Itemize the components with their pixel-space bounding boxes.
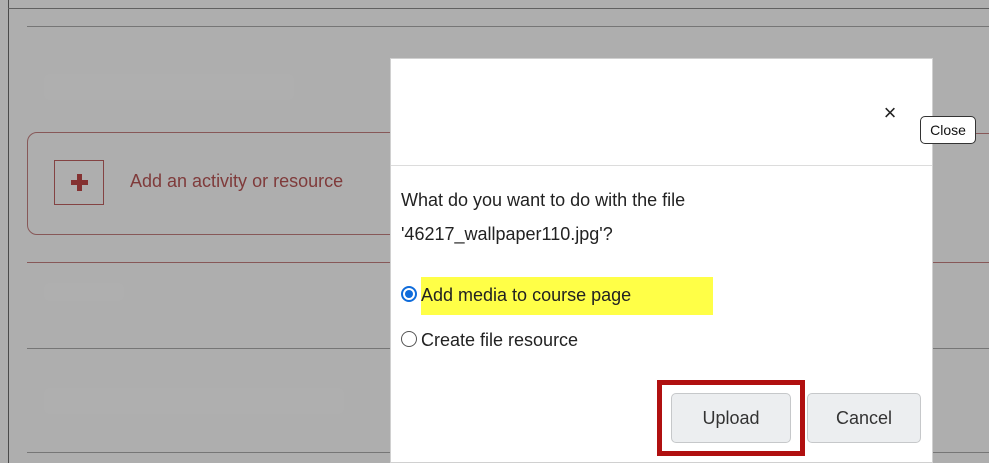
dialog-question: What do you want to do with the file '46… — [401, 190, 686, 244]
close-icon[interactable]: × — [879, 101, 901, 125]
radio-button-selected[interactable] — [401, 286, 417, 302]
dialog-header-divider — [391, 165, 932, 166]
option-label[interactable]: Add media to course page — [421, 282, 631, 308]
radio-button[interactable] — [401, 331, 417, 347]
option-label[interactable]: Create file resource — [421, 327, 578, 353]
cancel-button[interactable]: Cancel — [807, 393, 921, 443]
close-tooltip: Close — [920, 116, 976, 144]
upload-annotation-box — [657, 380, 805, 456]
